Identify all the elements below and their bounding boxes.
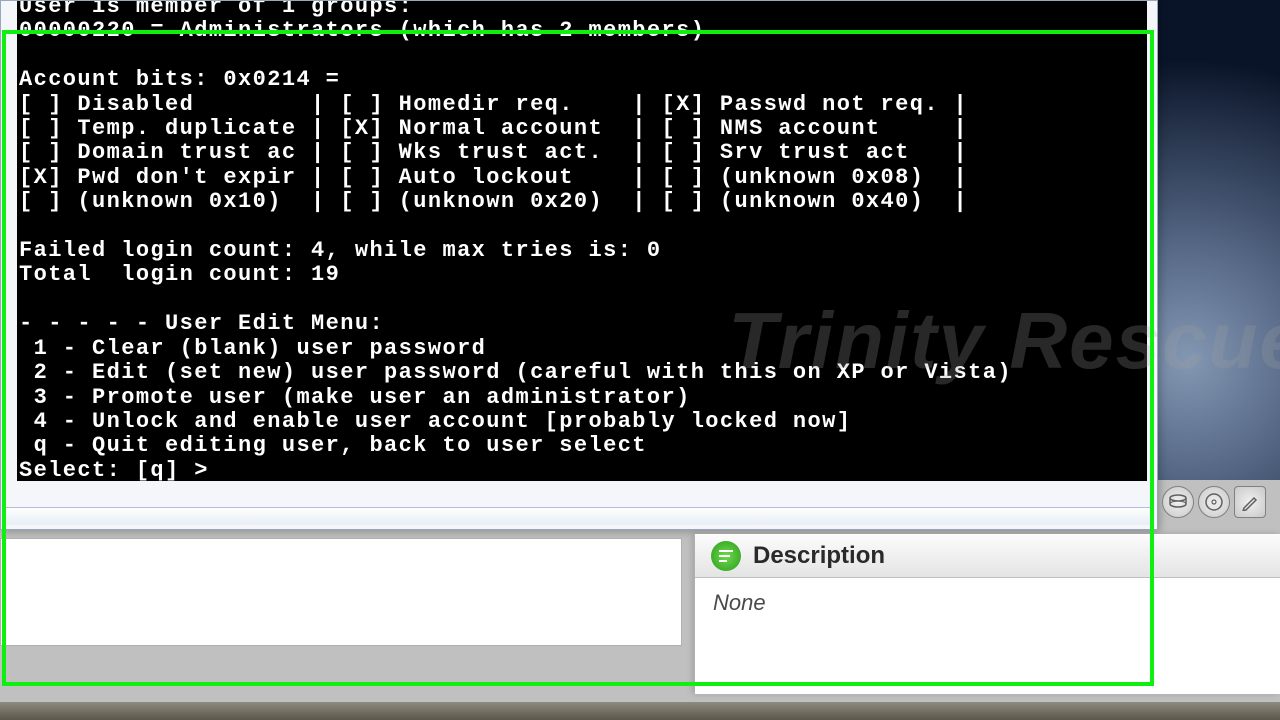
disk-icon[interactable] [1162, 486, 1194, 518]
description-panel: Description None [694, 534, 1280, 694]
cd-icon[interactable] [1198, 486, 1230, 518]
vm-toolbar [1158, 484, 1266, 520]
description-icon [711, 541, 741, 571]
left-info-panel [0, 538, 682, 646]
host-taskbar [0, 702, 1280, 720]
console-output: User is member of 1 groups: 00000220 = A… [19, 1, 1012, 481]
console-window-statusbar [5, 507, 1153, 525]
description-header: Description [695, 534, 1280, 578]
vm-console-window: User is member of 1 groups: 00000220 = A… [0, 0, 1158, 530]
console-terminal[interactable]: User is member of 1 groups: 00000220 = A… [17, 1, 1147, 481]
pen-icon[interactable] [1234, 486, 1266, 518]
description-value: None [695, 578, 1280, 628]
description-title: Description [753, 542, 885, 570]
desktop-background-right [1158, 0, 1280, 480]
